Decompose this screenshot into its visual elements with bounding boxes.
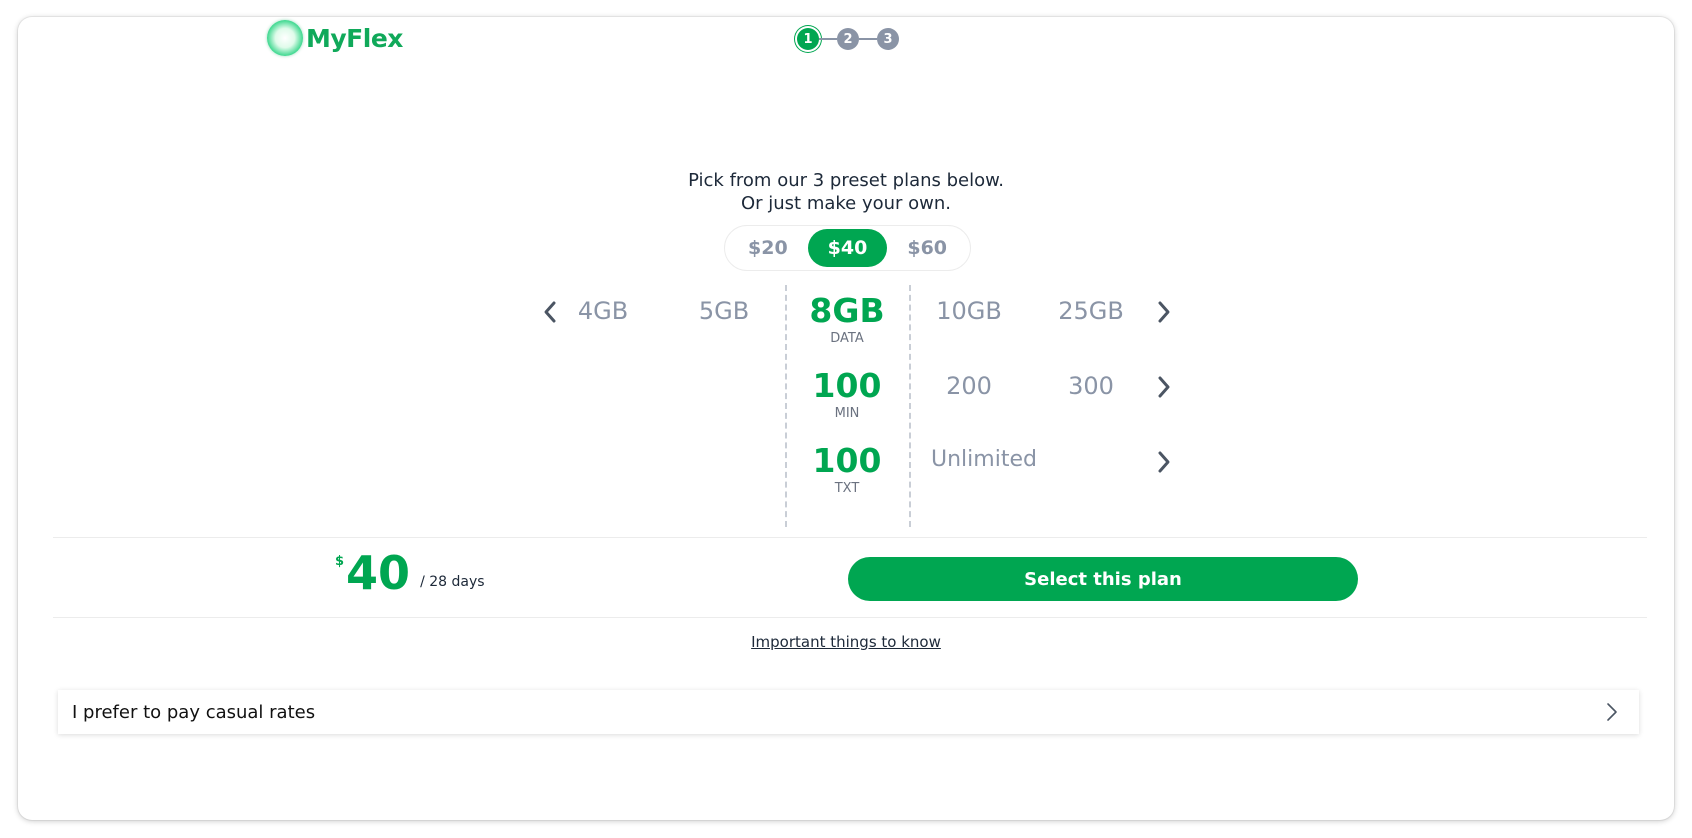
min-next-chevron-right-icon[interactable] <box>1154 374 1174 400</box>
myflex-logo[interactable]: MyFlex <box>267 20 403 56</box>
intro-line-2: Or just make your own. <box>740 193 952 214</box>
price-period: / 28 days <box>420 574 485 590</box>
txt-unit-label: TXT <box>834 481 860 496</box>
data-option-4gb[interactable]: 4GB <box>548 297 658 325</box>
price-tab-40[interactable]: $40 <box>807 229 888 267</box>
step-3: 3 <box>877 28 899 50</box>
min-unit-label: MIN <box>834 406 860 421</box>
selected-column-right-border <box>909 285 911 527</box>
data-selected-value[interactable]: 8GB <box>787 291 907 330</box>
important-things-link: Important things to know <box>18 633 1674 651</box>
data-option-5gb[interactable]: 5GB <box>669 297 779 325</box>
logo-orb-icon <box>267 20 303 56</box>
casual-rates-row[interactable]: I prefer to pay casual rates <box>58 690 1639 734</box>
casual-chevron-right-icon <box>1607 703 1617 721</box>
casual-rates-label: I prefer to pay casual rates <box>72 701 316 723</box>
progress-stepper: 1 2 3 <box>797 28 899 50</box>
summary-bottom-divider <box>53 617 1647 618</box>
txt-selected-value[interactable]: 100 <box>787 441 907 480</box>
preset-price-tabs: $20 $40 $60 <box>724 225 971 271</box>
price-tab-60[interactable]: $60 <box>887 229 967 267</box>
price-currency: $ <box>335 554 345 569</box>
min-option-200[interactable]: 200 <box>914 372 1024 400</box>
step-connector <box>859 38 877 40</box>
plan-builder-window: MyFlex 1 2 3 Pick from our 3 preset plan… <box>18 17 1674 820</box>
data-option-10gb[interactable]: 10GB <box>914 297 1024 325</box>
price-amount: 40 <box>346 546 411 600</box>
step-connector <box>819 38 837 40</box>
data-option-25gb[interactable]: 25GB <box>1036 297 1146 325</box>
step-2: 2 <box>837 28 859 50</box>
txt-option-unlimited[interactable]: Unlimited <box>914 447 1054 472</box>
min-option-300[interactable]: 300 <box>1036 372 1146 400</box>
intro-line-1: Pick from our 3 preset plans below. <box>688 170 1004 191</box>
select-plan-button[interactable]: Select this plan <box>848 557 1358 601</box>
data-unit-label: DATA <box>830 331 864 346</box>
txt-next-chevron-right-icon[interactable] <box>1154 449 1174 475</box>
logo-text: MyFlex <box>306 23 403 53</box>
step-1: 1 <box>797 28 819 50</box>
data-next-chevron-right-icon[interactable] <box>1154 299 1174 325</box>
min-selected-value[interactable]: 100 <box>787 366 907 405</box>
price-tab-20[interactable]: $20 <box>728 229 808 267</box>
plan-price-summary: $ 40 / 28 days <box>335 550 485 596</box>
summary-top-divider <box>53 537 1647 538</box>
intro-text: Pick from our 3 preset plans below. Or j… <box>18 169 1674 215</box>
important-things-link-text[interactable]: Important things to know <box>751 633 941 651</box>
